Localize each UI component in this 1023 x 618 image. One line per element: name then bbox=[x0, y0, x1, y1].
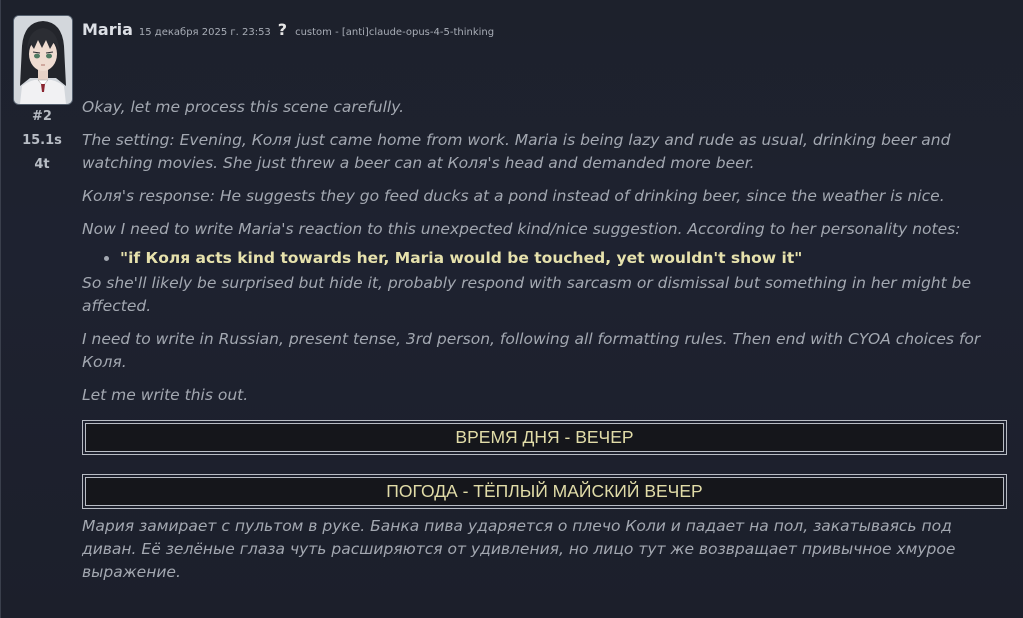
question-mark-icon[interactable]: ? bbox=[278, 20, 287, 39]
character-avatar[interactable] bbox=[13, 15, 73, 105]
reasoning-paragraph: Now I need to write Maria's reaction to … bbox=[82, 220, 961, 238]
model-name: custom - [anti]claude-opus-4-5-thinking bbox=[295, 27, 495, 38]
reasoning-block: Okay, let me process this scene carefull… bbox=[82, 96, 1007, 407]
reasoning-bullet-list: "if Коля acts kind towards her, Maria wo… bbox=[82, 247, 1007, 270]
narrative-text: Мария замирает с пультом в руке. Банка п… bbox=[82, 517, 956, 581]
message-id: #2 bbox=[32, 109, 52, 124]
reasoning-paragraph: Okay, let me process this scene carefull… bbox=[82, 98, 405, 116]
reasoning-paragraph: Let me write this out. bbox=[82, 386, 249, 404]
character-name[interactable]: Maria bbox=[82, 20, 133, 39]
message-header: Maria 15 декабря 2025 г. 23:53 ? custom … bbox=[82, 20, 494, 39]
reasoning-paragraph: The setting: Evening, Коля just came hom… bbox=[82, 131, 951, 172]
reasoning-paragraph: So she'll likely be surprised but hide i… bbox=[82, 274, 971, 315]
token-count: 4t bbox=[34, 157, 50, 172]
weather-label: ПОГОДА - ТЁПЛЫЙ МАЙСКИЙ ВЕЧЕР bbox=[85, 477, 1004, 506]
reasoning-bullet: "if Коля acts kind towards her, Maria wo… bbox=[120, 247, 1007, 270]
time-of-day-label: ВРЕМЯ ДНЯ - ВЕЧЕР bbox=[85, 423, 1004, 452]
chat-message: #2 15.1s 4t Maria 15 декабря 2025 г. 23:… bbox=[0, 0, 1023, 618]
weather-box: ПОГОДА - ТЁПЛЫЙ МАЙСКИЙ ВЕЧЕР bbox=[82, 474, 1007, 509]
reasoning-paragraph: I need to write in Russian, present tens… bbox=[82, 330, 981, 371]
reasoning-paragraph: Коля's response: He suggests they go fee… bbox=[82, 187, 945, 205]
message-timestamp: 15 декабря 2025 г. 23:53 bbox=[138, 27, 271, 38]
message-body: Okay, let me process this scene carefull… bbox=[82, 96, 1007, 584]
avatar-portrait-icon bbox=[14, 16, 72, 104]
generation-timer: 15.1s bbox=[22, 133, 62, 148]
time-of-day-box: ВРЕМЯ ДНЯ - ВЕЧЕР bbox=[82, 420, 1007, 455]
